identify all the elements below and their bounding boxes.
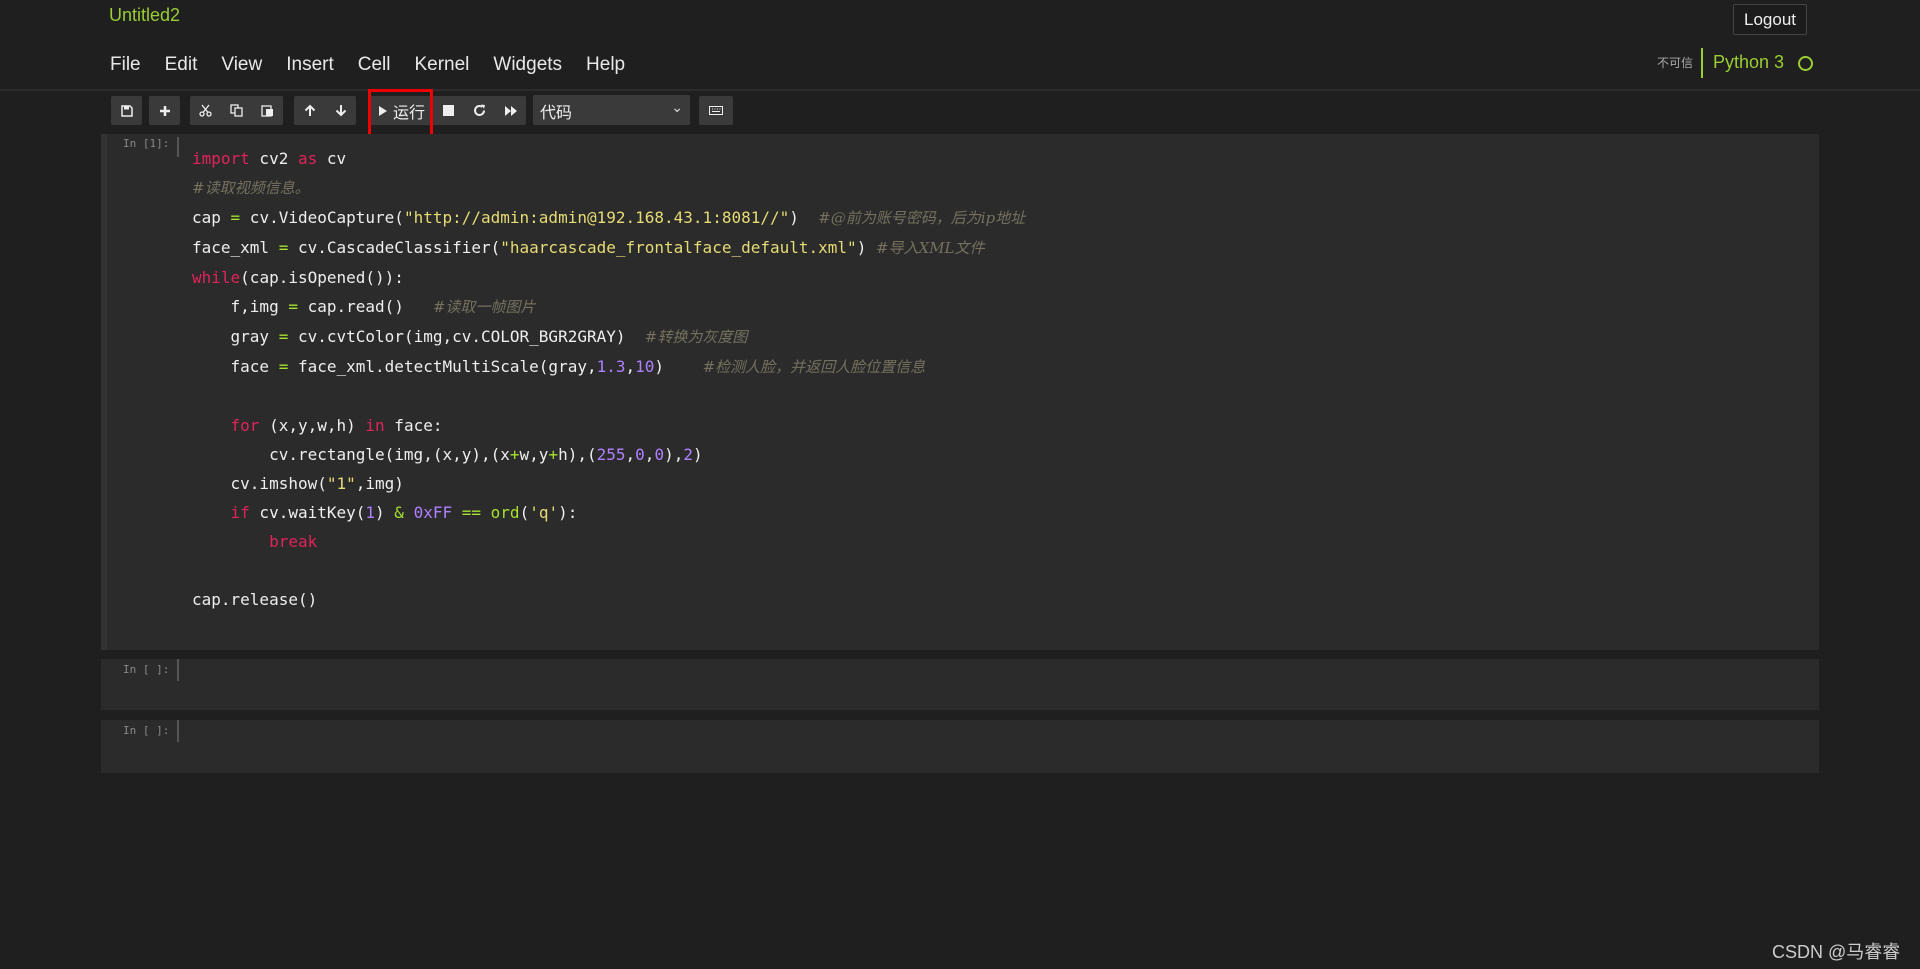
- insert-cell-button[interactable]: [149, 96, 180, 125]
- watermark: CSDN @马睿睿: [1772, 942, 1901, 962]
- cell-selection-bar: [101, 134, 107, 650]
- menu-insert[interactable]: Insert: [274, 50, 346, 80]
- save-button[interactable]: [111, 96, 142, 125]
- run-button-highlight: [368, 89, 433, 137]
- move-down-button[interactable]: [325, 96, 356, 125]
- command-palette-button[interactable]: [699, 96, 733, 125]
- cut-button[interactable]: [190, 96, 221, 125]
- menu-cell[interactable]: Cell: [346, 50, 403, 80]
- kernel-separator: [1701, 48, 1703, 78]
- notebook-name[interactable]: Untitled2: [109, 5, 180, 26]
- code-line-4: face_xml = cv.CascadeClassifier("haarcas…: [192, 238, 985, 257]
- input-prompt: In [ ]:: [123, 663, 170, 676]
- chevron-down-icon: ⌄: [671, 99, 683, 115]
- toolbar-group-edit: [190, 96, 283, 125]
- prompt-divider: [177, 720, 179, 742]
- menu-file[interactable]: File: [98, 50, 153, 80]
- prompt-divider: [177, 137, 179, 157]
- code-line-5: while(cap.isOpened()):: [192, 268, 404, 287]
- prompt-divider: [177, 659, 179, 681]
- stop-icon: [443, 105, 455, 116]
- kernel-status-icon: [1798, 56, 1813, 71]
- restart-icon: [474, 104, 486, 116]
- move-up-button[interactable]: [294, 96, 325, 125]
- save-icon: [120, 104, 133, 117]
- menubar: File Edit View Insert Cell Kernel Widget…: [98, 50, 637, 80]
- code-line-13: if cv.waitKey(1) & 0xFF == ord('q'):: [230, 503, 578, 522]
- interrupt-button[interactable]: [433, 96, 464, 125]
- code-line-12: cv.imshow("1",img): [192, 474, 404, 493]
- menu-edit[interactable]: Edit: [153, 50, 210, 80]
- input-prompt: In [1]:: [123, 137, 170, 150]
- plus-icon: [159, 105, 170, 116]
- code-cell[interactable]: In [ ]:: [101, 659, 1819, 710]
- arrow-up-icon: [304, 104, 315, 116]
- code-line-3: cap = cv.VideoCapture("http://admin:admi…: [192, 208, 1026, 227]
- toolbar-group-save: [111, 96, 142, 125]
- code-line-16: cap.release(): [192, 590, 318, 609]
- copy-button[interactable]: [221, 96, 252, 125]
- code-line-7: gray = cv.cvtColor(img,cv.COLOR_BGR2GRAY…: [192, 327, 748, 346]
- arrow-down-icon: [335, 105, 346, 117]
- cell-type-select[interactable]: 代码 ⌄: [533, 95, 690, 125]
- cell-type-value: 代码: [540, 105, 573, 122]
- code-cell[interactable]: In [1]: import cv2 as cv #读取视频信息。 cap = …: [101, 134, 1819, 650]
- code-line-10: for (x,y,w,h) in face:: [230, 416, 443, 435]
- paste-button[interactable]: [252, 96, 283, 125]
- header-divider: [0, 89, 1920, 91]
- code-line-8: face = face_xml.detectMultiScale(gray,1.…: [192, 357, 926, 376]
- copy-icon: [230, 104, 243, 117]
- code-line-6: f,img = cap.read() #读取一帧图片: [192, 297, 536, 316]
- kernel-name[interactable]: Python 3: [1713, 52, 1784, 73]
- restart-run-all-button[interactable]: [495, 96, 526, 125]
- code-cell[interactable]: In [ ]:: [101, 720, 1819, 773]
- cut-icon: [199, 104, 212, 117]
- restart-button[interactable]: [464, 96, 495, 125]
- fast-forward-icon: [504, 105, 517, 116]
- code-line-11: cv.rectangle(img,(x,y),(x+w,y+h),(255,0,…: [192, 445, 703, 464]
- toolbar-group-insert: [149, 96, 180, 125]
- keyboard-icon: [709, 106, 723, 115]
- menu-help[interactable]: Help: [574, 50, 637, 80]
- code-line-14: break: [269, 532, 318, 551]
- toolbar-group-move: [294, 96, 356, 125]
- code-line-2: #读取视频信息。: [192, 179, 310, 197]
- trusted-indicator[interactable]: 不可信: [1657, 54, 1693, 71]
- logout-button[interactable]: Logout: [1733, 4, 1807, 35]
- paste-icon: [261, 105, 273, 117]
- code-editor[interactable]: import cv2 as cv #读取视频信息。 cap = cv.Video…: [192, 144, 1025, 614]
- menu-kernel[interactable]: Kernel: [402, 50, 481, 80]
- menu-widgets[interactable]: Widgets: [481, 50, 574, 80]
- menu-view[interactable]: View: [209, 50, 274, 80]
- input-prompt: In [ ]:: [123, 724, 170, 737]
- code-line-1: import cv2 as cv: [192, 149, 347, 168]
